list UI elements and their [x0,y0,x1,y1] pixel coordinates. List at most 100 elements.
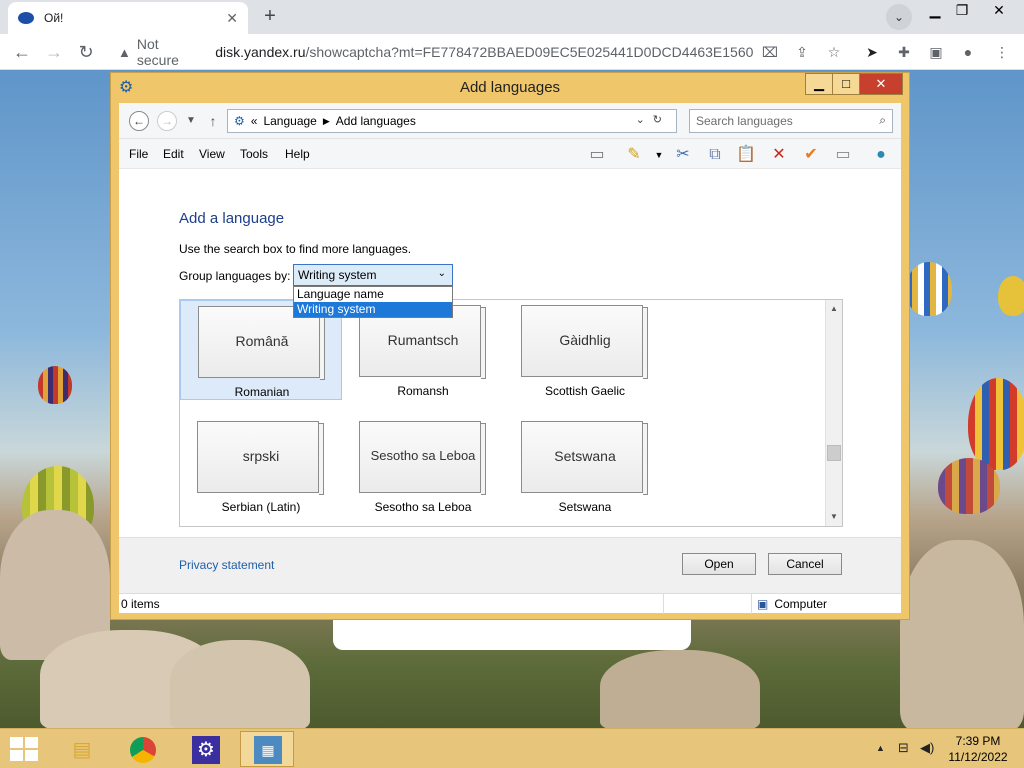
settings-gear-icon: ⚙ [192,736,220,764]
menu-tools[interactable]: Tools [240,147,268,161]
window-titlebar[interactable]: ⚙ Add languages ▁ □ ✕ [111,73,909,103]
status-bar: 0 items ▣ Computer [119,593,901,614]
volume-icon[interactable]: ◀) [920,740,934,756]
forward-arrow-icon[interactable]: → [157,111,177,131]
tab-close-icon[interactable]: ✕ [226,10,238,27]
chevron-down-icon: ⌄ [437,268,446,279]
address-bar[interactable]: ▲ Not secure disk.yandex.ru/showcaptcha?… [108,36,754,68]
language-tile[interactable]: Setswana Setswana [504,416,666,516]
globe-icon[interactable]: ● [869,143,893,167]
language-native-name: Setswana [554,448,616,464]
language-tile[interactable]: Sesotho sa Leboa Sesotho sa Leboa [342,416,504,516]
paste-icon[interactable]: 📋 [734,143,758,167]
copy-icon[interactable]: ⧉ [703,143,727,167]
breadcrumb-add-languages[interactable]: Add languages [336,114,416,128]
side-panel-icon[interactable]: ▣ [926,42,946,62]
url-host: disk.yandex.ru [215,44,306,60]
share-icon[interactable]: ⇪ [792,42,812,62]
search-input[interactable]: Search languages ⌕ [689,109,893,133]
window-title: Add languages [459,79,561,96]
menu-edit[interactable]: Edit [163,147,184,161]
language-list: Română Romanian Rumantsch Romansh Gàidhl… [179,299,843,527]
language-english-name: Setswana [558,500,612,514]
menu-file[interactable]: File [129,147,148,161]
rock-decoration [170,640,310,728]
taskbar-settings[interactable]: ⚙ [178,731,232,767]
browser-tab[interactable]: Ой! ✕ [8,2,248,34]
network-icon[interactable]: ⊟ [898,740,909,756]
back-arrow-icon[interactable]: ← [129,111,149,131]
warning-triangle-icon: ▲ [118,44,131,60]
balloon-decoration [968,378,1024,470]
preview-pane-icon[interactable]: ▭ [585,143,609,167]
window-restore-button[interactable]: ❐ [945,0,979,22]
dropdown-arrow-icon[interactable]: ▼ [647,143,671,167]
privacy-statement-link[interactable]: Privacy statement [179,558,274,572]
group-by-dropdown: Language name Writing system [293,286,453,318]
properties-icon[interactable]: ✎ [622,143,646,167]
dialog-footer: Privacy statement Open Cancel [119,537,901,593]
language-english-name: Serbian (Latin) [221,500,301,514]
translate-icon[interactable]: ⌧ [760,42,780,62]
checkmark-icon[interactable]: ✔ [799,143,823,167]
rename-icon[interactable]: ▭ [831,143,855,167]
option-writing-system[interactable]: Writing system [294,302,452,317]
language-native-name: Gàidhlig [559,332,611,348]
tab-search-button[interactable]: ⌄ [886,4,912,30]
cursor-extension-icon[interactable]: ➤ [862,42,882,62]
dialog-close-button[interactable]: ✕ [859,73,903,95]
status-computer-label: Computer [774,597,828,611]
window-close-button[interactable]: ✕ [982,0,1016,22]
delete-icon[interactable]: ✕ [767,143,791,167]
menu-view[interactable]: View [199,147,225,161]
balloon-decoration [906,262,952,316]
back-button[interactable]: ← [10,40,34,64]
open-button[interactable]: Open [682,553,756,575]
recent-locations-icon[interactable]: ▼ [183,111,199,131]
language-tile[interactable]: srpski Serbian (Latin) [180,416,342,516]
cancel-button[interactable]: Cancel [768,553,842,575]
url-text: disk.yandex.ru/showcaptcha?mt=FE778472BB… [215,44,754,60]
extensions-puzzle-icon[interactable]: ✚ [894,42,914,62]
up-arrow-icon[interactable]: ↑ [205,111,221,131]
breadcrumb[interactable]: ⚙ « Language ▶ Add languages ⌄↻ [227,109,677,133]
breadcrumb-prefix: « [250,114,258,128]
search-icon[interactable]: ⌕ [879,113,886,128]
rock-decoration [900,540,1024,728]
scroll-up-icon[interactable]: ▲ [828,303,840,315]
url-path: /showcaptcha?mt=FE778472BBAED09EC5E02544… [305,44,755,60]
bookmark-star-icon[interactable]: ☆ [824,42,844,62]
start-button[interactable] [10,737,38,761]
taskbar-file-explorer[interactable]: ▤ [54,731,108,767]
vertical-scrollbar[interactable]: ▲ ▼ [825,300,842,526]
dialog-minimize-button[interactable]: ▁ [805,73,833,95]
menu-help[interactable]: Help [285,147,310,161]
scrollbar-thumb[interactable] [827,445,841,461]
forward-button[interactable]: → [42,40,66,64]
group-by-select[interactable]: Writing system ⌄ [293,264,453,286]
system-clock[interactable]: 7:39 PM 11/12/2022 [936,733,1020,765]
scroll-down-icon[interactable]: ▼ [828,511,840,523]
profile-avatar-icon[interactable]: ● [958,42,978,62]
taskbar-control-panel[interactable]: ▦ [240,731,294,767]
option-language-name[interactable]: Language name [294,287,452,302]
tab-title: Ой! [44,11,64,25]
new-tab-button[interactable]: + [258,5,282,29]
dialog-maximize-button[interactable]: □ [832,73,860,95]
breadcrumb-chevron-icon[interactable]: ▶ [323,116,330,127]
balloon-decoration [38,366,72,404]
taskbar-chrome[interactable] [116,731,170,767]
status-separator [663,594,664,614]
reload-button[interactable]: ↻ [74,40,98,64]
browser-menu-icon[interactable]: ⋮ [992,42,1012,62]
language-english-name: Romansh [397,384,449,398]
language-english-name: Romanian [234,385,290,399]
breadcrumb-language[interactable]: Language [263,114,316,128]
language-english-name: Scottish Gaelic [544,384,626,398]
language-tile[interactable]: Gàidhlig Scottish Gaelic [504,300,666,400]
cut-icon[interactable]: ✂ [671,143,695,167]
chrome-icon [130,737,156,763]
show-hidden-icons-icon[interactable]: ▲ [876,743,885,753]
balloon-decoration [998,276,1024,316]
address-dropdown-refresh-icon[interactable]: ⌄↻ [636,113,670,126]
